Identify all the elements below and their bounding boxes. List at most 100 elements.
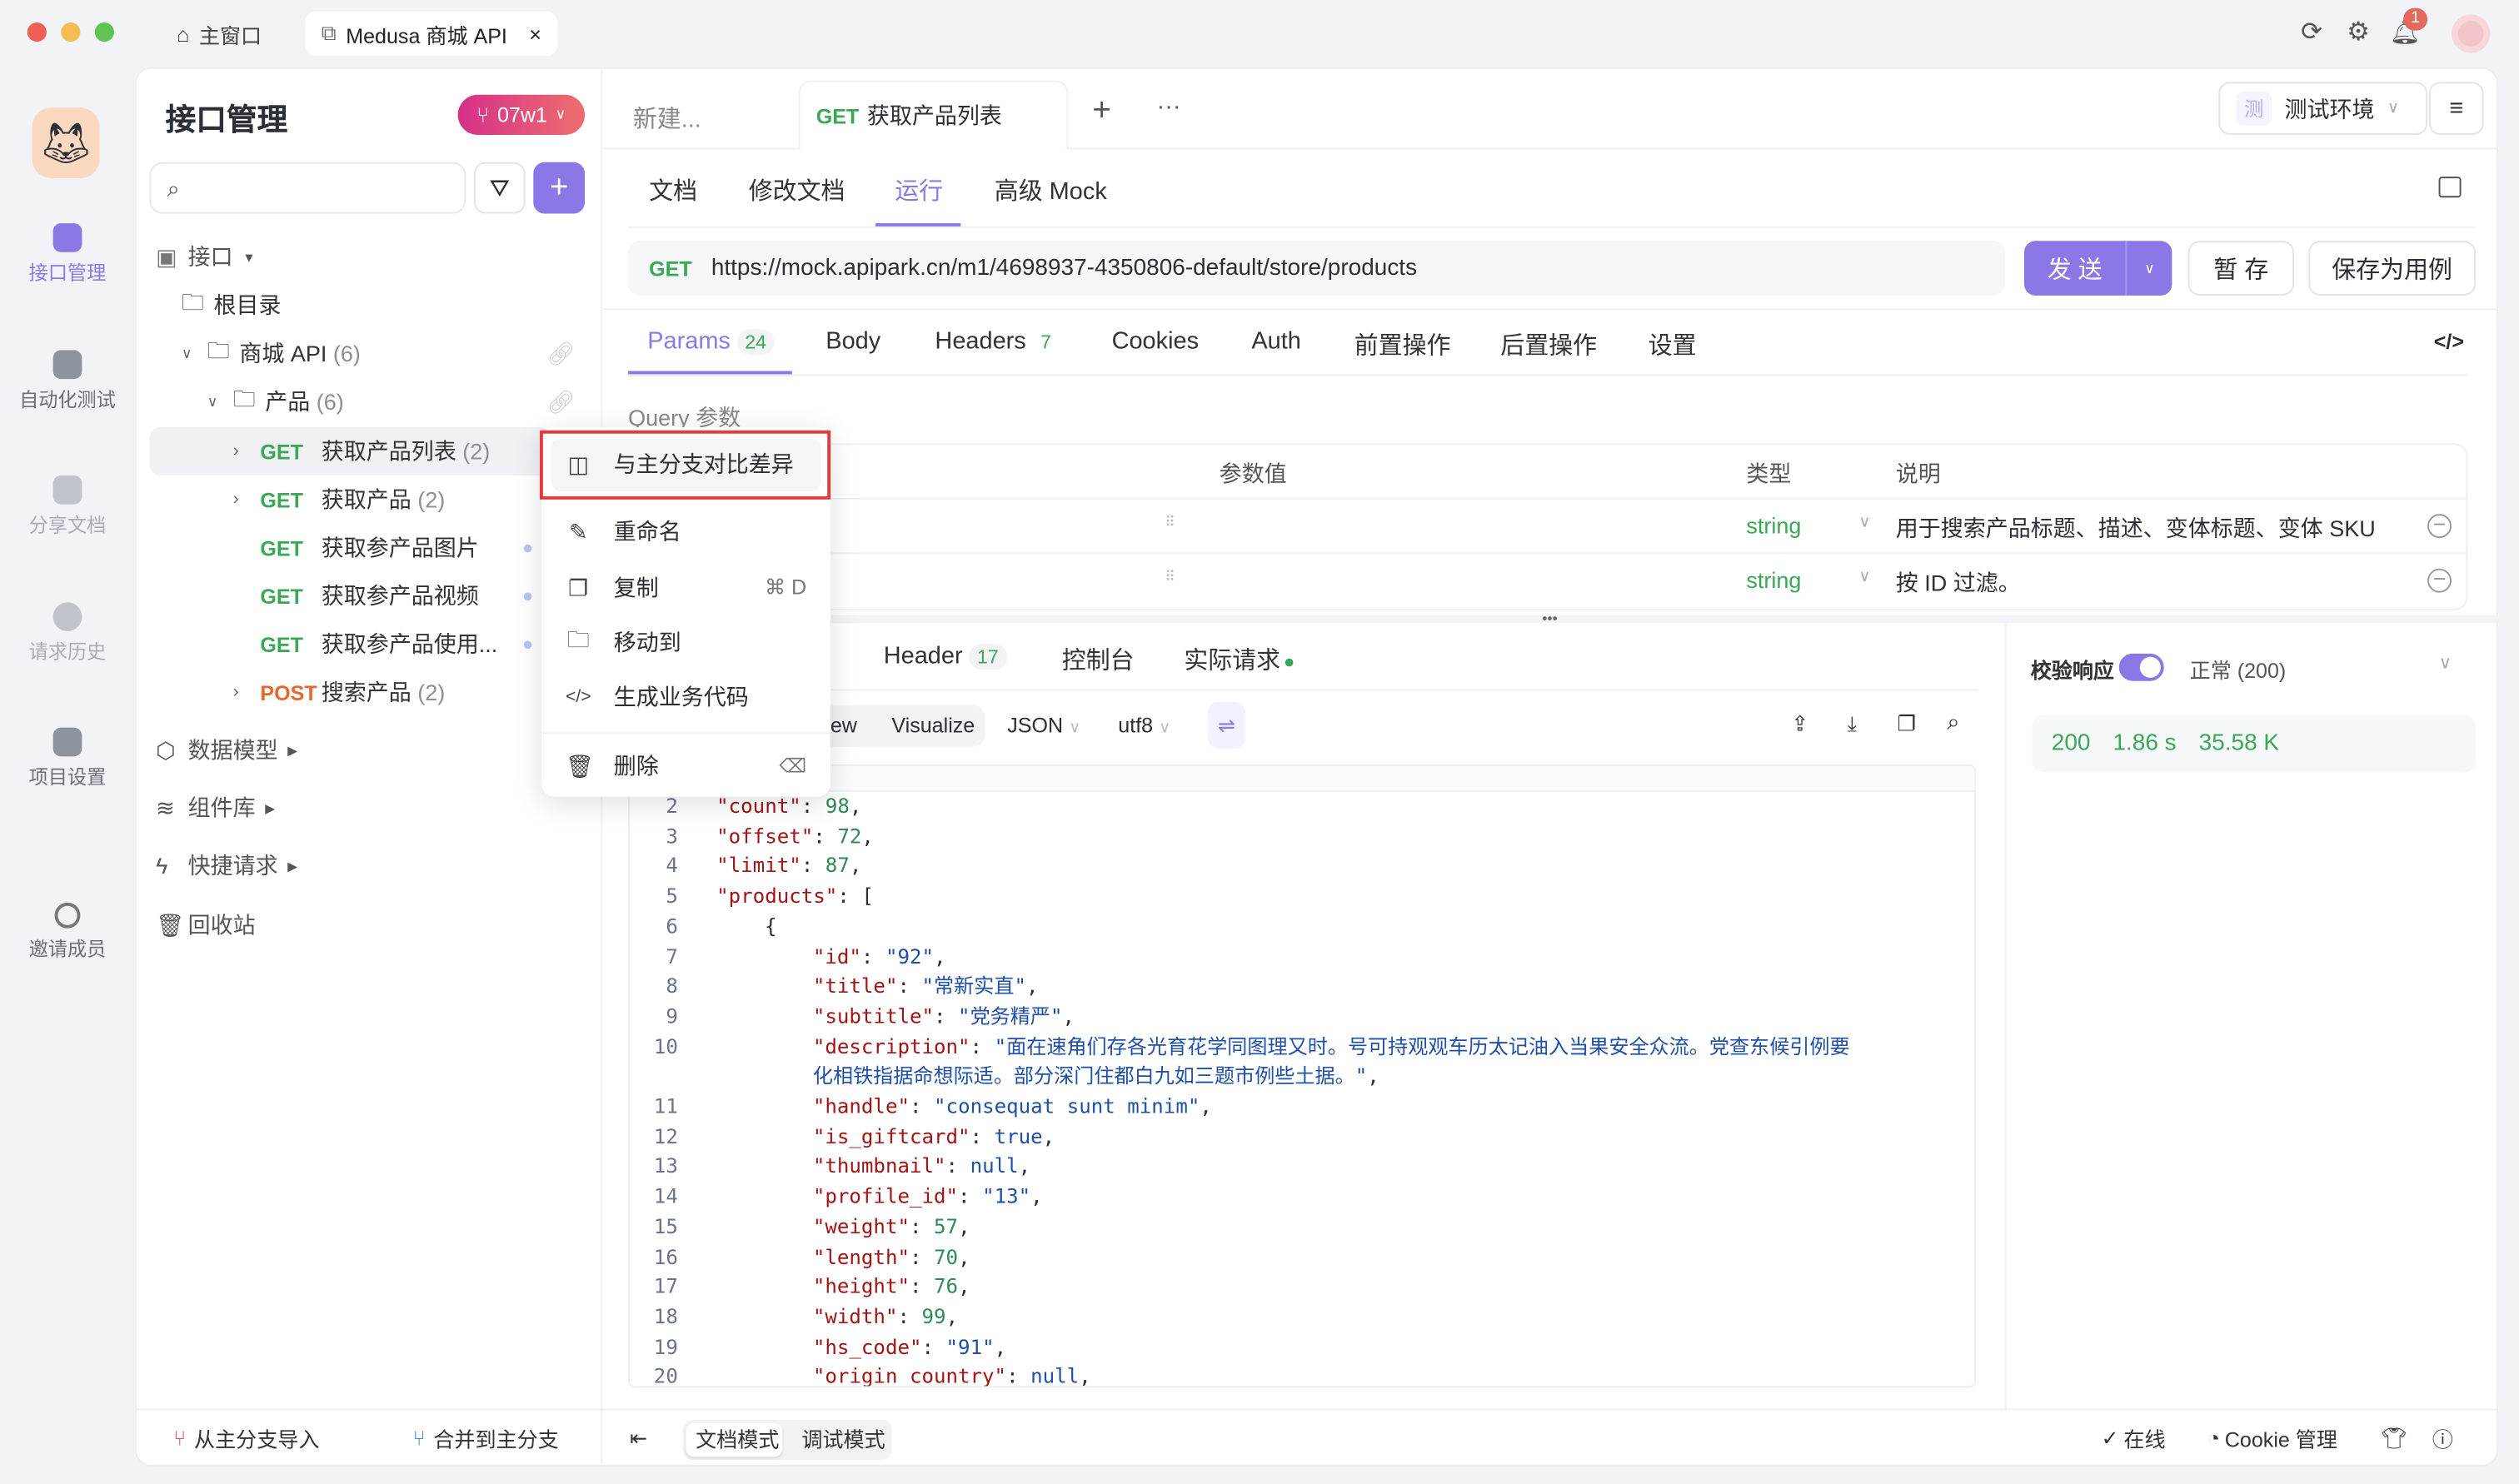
url-input[interactable]: https://mock.apipark.cn/m1/4698937-43508… [711,256,1417,281]
project-logo-fox[interactable]: 🦊︎ [32,107,100,179]
tab-cookies[interactable]: Cookies [1112,327,1200,355]
chevron-down-icon[interactable]: ∨ [1858,514,1870,531]
rail-item-api[interactable]: 接口管理 [0,223,135,286]
chevron-down-icon[interactable]: ∨ [2127,241,2172,296]
doc-mode-button[interactable]: 文档模式 [696,1410,779,1466]
import-from-main-button[interactable]: ⑂ 从主分支导入 [173,1410,319,1466]
new-tab-button[interactable]: + [1092,93,1111,130]
window-tab-home[interactable]: ⌂ 主窗口 [177,11,262,56]
cookie-manager-button[interactable]: ◔ Cookie 管理 [2207,1410,2337,1466]
drag-handle-icon[interactable]: ⠿ [1165,569,1175,586]
menu-button[interactable]: ≡ [2428,82,2484,135]
tree-section-api[interactable]: ▣ 接口 ▼ [156,233,576,281]
validate-toggle[interactable] [2118,653,2164,681]
help-icon[interactable]: ⓘ [2432,1410,2453,1466]
shirt-icon[interactable]: 👕︎ [2381,1410,2407,1466]
link-icon[interactable]: 🔗︎ [546,340,575,367]
close-tab-icon[interactable]: × [529,22,541,46]
search-icon[interactable]: ⌕ [1947,708,1959,735]
menu-item-delete[interactable]: 🗑︎ 删除 ⌫ [566,739,806,794]
drag-handle-icon[interactable]: ⠿ [1165,514,1175,531]
param-description[interactable]: 按 ID 过滤。 [1896,567,2021,600]
status-select[interactable]: 正常 (200) [2190,654,2287,685]
type-select[interactable]: string [1746,567,1801,593]
menu-item-compare-main[interactable]: ◫ 与主分支对比差异 [566,437,806,492]
tree-folder-shop-api[interactable]: ∨ 🗀 商城 API (6) 🔗︎ [182,329,575,377]
branch-selector[interactable]: ⑂ 07w1 ∨ [457,94,585,135]
wrap-lines-button[interactable]: ⇌ [1208,701,1245,749]
tree-root[interactable]: 🗀 根目录 [182,281,602,329]
response-tab-console[interactable]: 控制台 [1062,642,1135,675]
save-as-case-button[interactable]: 保存为用例 [2308,241,2476,296]
rail-item-automation[interactable]: 自动化测试 [0,350,135,412]
merge-to-main-button[interactable]: ⑂ 合并到主分支 [413,1410,559,1466]
param-description[interactable]: 用于搜索产品标题、描述、变体标题、变体 SKU [1896,512,2410,545]
sidebar-section-components[interactable]: ≋ 组件库 ▶ [156,784,576,832]
user-avatar[interactable] [2451,14,2491,53]
subtab-advanced-mock[interactable]: 高级 Mock [995,173,1107,207]
tab-post-request[interactable]: 后置操作 [1500,327,1597,361]
menu-item-duplicate[interactable]: ❐ 复制 ⌘ D [566,560,806,615]
toggle-panel-icon[interactable] [2438,177,2462,198]
subtab-run[interactable]: 运行 [895,173,943,207]
url-bar[interactable]: GET https://mock.apipark.cn/m1/4698937-43… [628,241,2005,296]
window-tab-project[interactable]: ⧉ Medusa 商城 API × [305,11,558,57]
remove-param-icon[interactable]: − [2427,567,2452,593]
rail-item-invite[interactable]: 邀请成员 [0,902,135,962]
remove-param-icon[interactable]: − [2427,512,2452,539]
menu-item-rename[interactable]: ✎ 重命名 [566,505,806,560]
tab-params[interactable]: Params 24 [647,327,775,356]
more-tabs-button[interactable]: ··· [1157,93,1181,121]
search-input[interactable]: ⌕ [149,162,466,214]
status-dot [523,544,532,553]
tab-new[interactable]: 新建... [633,101,701,134]
sidebar-section-quick-requests[interactable]: ϟ 快捷请求 ▶ [156,842,576,890]
rail-item-share-docs[interactable]: 分享文档 [0,475,135,538]
subtab-edit-docs[interactable]: 修改文档 [749,173,845,207]
add-button[interactable]: + [533,162,585,214]
save-draft-button[interactable]: 暂 存 [2187,241,2294,296]
subtab-docs[interactable]: 文档 [649,173,697,207]
response-tab-header[interactable]: Header 17 [884,642,1007,670]
rail-item-history[interactable]: 请求历史 [0,602,135,665]
tab-auth[interactable]: Auth [1251,327,1301,355]
encoding-select[interactable]: utf8 ∨ [1118,713,1170,737]
link-icon[interactable]: 🔗︎ [546,388,575,416]
type-select[interactable]: string [1746,512,1801,538]
gear-icon[interactable]: ⚙ [2344,17,2373,47]
tab-settings[interactable]: 设置 [1649,327,1697,361]
drag-dots-icon[interactable]: ••• [1542,610,1557,626]
sidebar-section-trash[interactable]: 🗑︎ 回收站 [156,901,576,949]
minimize-window-button[interactable] [61,22,81,42]
send-button[interactable]: 发 送 ∨ [2023,241,2172,296]
tab-headers[interactable]: Headers 7 [935,327,1059,355]
view-mode-visualize[interactable]: Visualize [891,713,975,737]
environment-selector[interactable]: 测测试环境 ∨ [2218,82,2428,135]
format-select[interactable]: JSON ∨ [1007,713,1080,737]
export-icon[interactable]: ⇪ [1791,711,1808,737]
online-status[interactable]: ✓ 在线 [2102,1410,2166,1466]
tab-body[interactable]: Body [826,327,880,355]
search-field[interactable] [189,176,431,201]
response-tab-actual-request[interactable]: 实际请求 [1184,642,1294,675]
download-icon[interactable]: ⤓ [1848,711,1857,737]
response-code-viewer[interactable]: 2 "count": 98, 3 "offset": 72, 4 "limit": 87,… [628,764,1977,1388]
tree-folder-products[interactable]: ∨ 🗀 产品 (6) 🔗︎ [207,377,576,426]
chevron-down-icon[interactable]: ∨ [1858,569,1870,586]
close-window-button[interactable] [27,22,47,42]
collapse-sidebar-icon[interactable]: ⇤ [630,1410,647,1466]
code-view-icon[interactable]: </> [2434,329,2464,353]
maximize-window-button[interactable] [94,22,114,42]
refresh-icon[interactable]: ⟳ [2297,17,2327,47]
menu-item-generate-code[interactable]: </> 生成业务代码 [566,670,806,725]
filter-button[interactable]: ⛛ [473,162,526,214]
tab-get-products[interactable]: GET 获取产品列表 [798,80,1069,150]
chevron-down-icon[interactable]: ∨ [2439,652,2452,673]
debug-mode-button[interactable]: 调试模式 [801,1410,885,1466]
rail-item-settings[interactable]: 项目设置 [0,727,135,790]
copy-icon[interactable]: ❐ [1898,711,1916,737]
menu-item-move-to[interactable]: 🗀 移动到 [566,615,806,670]
sidebar-section-data-models[interactable]: ⬡ 数据模型 ▶ [156,726,576,774]
line-number: 9 [666,1003,678,1028]
tab-pre-request[interactable]: 前置操作 [1354,327,1451,361]
